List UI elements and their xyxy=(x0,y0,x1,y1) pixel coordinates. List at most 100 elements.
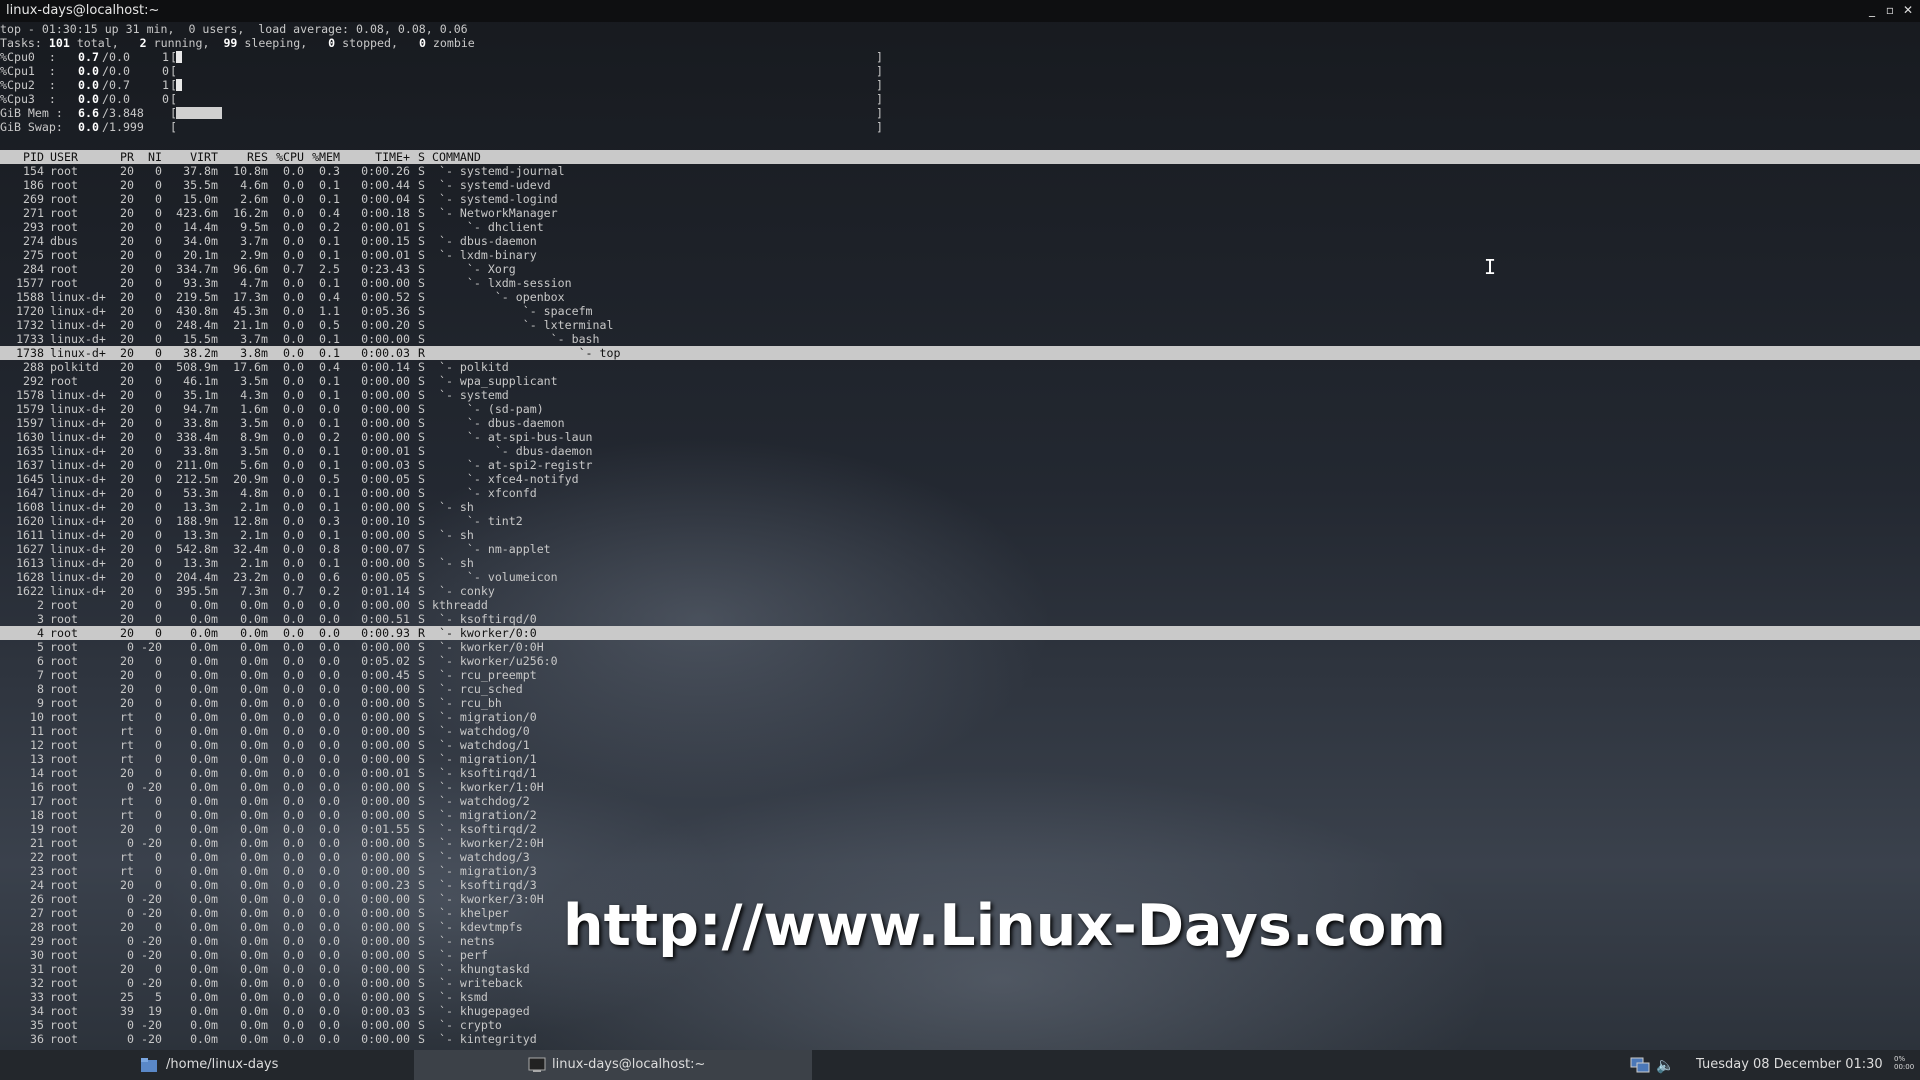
table-row[interactable]: 1608 linux-d+ 20 0 13.3m 2.1m 0.0 0.1 0:00.00 S `… xyxy=(0,500,1920,514)
table-row[interactable]: 1630 linux-d+ 20 0 338.4m 8.9m 0.0 0.2 0:00.00 S … xyxy=(0,430,1920,444)
column-header-mem[interactable]: %MEM xyxy=(304,150,340,164)
table-row[interactable]: 292 root 20 0 46.1m 3.5m 0.0 0.1 0:00.00 S `- wpa… xyxy=(0,374,1920,388)
table-row[interactable]: 34 root 39 19 0.0m 0.0m 0.0 0.0 0:00.03 S `- khug… xyxy=(0,1004,1920,1018)
table-row[interactable]: 1577 root 20 0 93.3m 4.7m 0.0 0.1 0:00.00 S `- lx… xyxy=(0,276,1920,290)
table-row[interactable]: 18 root rt 0 0.0m 0.0m 0.0 0.0 0:00.00 S `- migra… xyxy=(0,808,1920,822)
table-row[interactable]: 21 root 0 -20 0.0m 0.0m 0.0 0.0 0:00.00 S `- kwor… xyxy=(0,836,1920,850)
table-row[interactable]: 1647 linux-d+ 20 0 53.3m 4.8m 0.0 0.1 0:00.00 S `… xyxy=(0,486,1920,500)
column-header-time[interactable]: TIME+ xyxy=(340,150,410,164)
table-row[interactable]: 23 root rt 0 0.0m 0.0m 0.0 0.0 0:00.00 S `- migra… xyxy=(0,864,1920,878)
table-row[interactable]: 1611 linux-d+ 20 0 13.3m 2.1m 0.0 0.1 0:00.00 S `… xyxy=(0,528,1920,542)
maximize-icon[interactable]: ▫ xyxy=(1882,2,1898,18)
column-header-ni[interactable]: NI xyxy=(134,150,162,164)
table-row[interactable]: 1578 linux-d+ 20 0 35.1m 4.3m 0.0 0.1 0:00.00 S `… xyxy=(0,388,1920,402)
table-row[interactable]: 4 root 20 0 0.0m 0.0m 0.0 0.0 0:00.93 R `- kworke… xyxy=(0,626,1920,640)
table-row[interactable]: 3 root 20 0 0.0m 0.0m 0.0 0.0 0:00.51 S `- ksofti… xyxy=(0,612,1920,626)
cell-time: 0:00.04 xyxy=(361,192,410,206)
table-row[interactable]: 13 root rt 0 0.0m 0.0m 0.0 0.0 0:00.00 S `- migra… xyxy=(0,752,1920,766)
table-row[interactable]: 8 root 20 0 0.0m 0.0m 0.0 0.0 0:00.00 S `- rcu_sc… xyxy=(0,682,1920,696)
table-row[interactable]: 1637 linux-d+ 20 0 211.0m 5.6m 0.0 0.1 0:00.03 S … xyxy=(0,458,1920,472)
process-table-header[interactable]: PID USER PR NI VIRT RES %CPU %MEM TIME+ S COMMAND xyxy=(0,150,1920,164)
table-row[interactable]: 1733 linux-d+ 20 0 15.5m 3.7m 0.0 0.1 0:00.00 S `… xyxy=(0,332,1920,346)
close-icon[interactable]: ✕ xyxy=(1900,2,1916,18)
table-row[interactable]: 1579 linux-d+ 20 0 94.7m 1.6m 0.0 0.0 0:00.00 S `… xyxy=(0,402,1920,416)
minimize-icon[interactable]: _ xyxy=(1864,2,1880,18)
table-row[interactable]: 288 polkitd 20 0 508.9m 17.6m 0.0 0.4 0:00.14 S `… xyxy=(0,360,1920,374)
column-header-pr[interactable]: PR xyxy=(110,150,134,164)
cell-ni: -20 xyxy=(141,906,162,920)
table-row[interactable]: 154 root 20 0 37.8m 10.8m 0.0 0.3 0:00.26 S `- sy… xyxy=(0,164,1920,178)
cell-virt: 0.0m xyxy=(190,808,218,822)
table-row[interactable]: 31 root 20 0 0.0m 0.0m 0.0 0.0 0:00.00 S `- khung… xyxy=(0,962,1920,976)
table-row[interactable]: 1720 linux-d+ 20 0 430.8m 45.3m 0.0 1.1 0:05.36 S… xyxy=(0,304,1920,318)
table-row[interactable]: 1588 linux-d+ 20 0 219.5m 17.3m 0.0 0.4 0:00.52 S… xyxy=(0,290,1920,304)
table-row[interactable]: 32 root 0 -20 0.0m 0.0m 0.0 0.0 0:00.00 S `- writ… xyxy=(0,976,1920,990)
table-row[interactable]: 35 root 0 -20 0.0m 0.0m 0.0 0.0 0:00.00 S `- cryp… xyxy=(0,1018,1920,1032)
table-row[interactable]: 186 root 20 0 35.5m 4.6m 0.0 0.1 0:00.44 S `- sys… xyxy=(0,178,1920,192)
column-header-res[interactable]: RES xyxy=(218,150,268,164)
column-header-user[interactable]: USER xyxy=(50,150,110,164)
table-row[interactable]: 1622 linux-d+ 20 0 395.5m 7.3m 0.7 0.2 0:01.14 S … xyxy=(0,584,1920,598)
clock[interactable]: Tuesday 08 December 01:30 xyxy=(1696,1050,1883,1080)
table-row[interactable]: 1613 linux-d+ 20 0 13.3m 2.1m 0.0 0.1 0:00.00 S `… xyxy=(0,556,1920,570)
table-row[interactable]: 33 root 25 5 0.0m 0.0m 0.0 0.0 0:00.00 S `- ksmd xyxy=(0,990,1920,1004)
cell-mem: 1.1 xyxy=(319,304,340,318)
table-row[interactable]: 284 root 20 0 334.7m 96.6m 0.7 2.5 0:23.43 S `- X… xyxy=(0,262,1920,276)
column-header-cpu[interactable]: %CPU xyxy=(268,150,304,164)
column-header-command[interactable]: COMMAND xyxy=(432,150,1132,164)
table-row[interactable]: 1738 linux-d+ 20 0 38.2m 3.8m 0.0 0.1 0:00.03 R `… xyxy=(0,346,1920,360)
cell-s: S xyxy=(418,192,425,206)
cell-time: 0:00.00 xyxy=(361,892,410,906)
cell-res: 8.9m xyxy=(240,430,268,444)
table-row[interactable]: 1627 linux-d+ 20 0 542.8m 32.4m 0.0 0.8 0:00.07 S… xyxy=(0,542,1920,556)
table-row[interactable]: 1620 linux-d+ 20 0 188.9m 12.8m 0.0 0.3 0:00.10 S… xyxy=(0,514,1920,528)
watermark-url: http://www.Linux-Days.com xyxy=(563,893,1446,959)
taskbar-item-file-manager[interactable]: /home/linux-days xyxy=(0,1050,412,1080)
cell-pid: 24 xyxy=(30,878,44,892)
cell-s: S xyxy=(418,654,425,668)
cell-res: 0.0m xyxy=(240,878,268,892)
table-row[interactable]: 6 root 20 0 0.0m 0.0m 0.0 0.0 0:05.02 S `- kworke… xyxy=(0,654,1920,668)
table-row[interactable]: 14 root 20 0 0.0m 0.0m 0.0 0.0 0:00.01 S `- ksoft… xyxy=(0,766,1920,780)
window-titlebar[interactable]: linux-days@localhost:~ _ ▫ ✕ xyxy=(0,0,1920,22)
table-row[interactable]: 36 root 0 -20 0.0m 0.0m 0.0 0.0 0:00.00 S `- kint… xyxy=(0,1032,1920,1046)
table-row[interactable]: 293 root 20 0 14.4m 9.5m 0.0 0.2 0:00.01 S `- dhc… xyxy=(0,220,1920,234)
table-row[interactable]: 1628 linux-d+ 20 0 204.4m 23.2m 0.0 0.6 0:00.05 S… xyxy=(0,570,1920,584)
cell-user: root xyxy=(50,710,78,724)
table-row[interactable]: 269 root 20 0 15.0m 2.6m 0.0 0.1 0:00.04 S `- sys… xyxy=(0,192,1920,206)
table-row[interactable]: 1597 linux-d+ 20 0 33.8m 3.5m 0.0 0.1 0:00.00 S `… xyxy=(0,416,1920,430)
table-row[interactable]: 271 root 20 0 423.6m 16.2m 0.0 0.4 0:00.18 S `- N… xyxy=(0,206,1920,220)
column-header-pid[interactable]: PID xyxy=(0,150,44,164)
table-row[interactable]: 16 root 0 -20 0.0m 0.0m 0.0 0.0 0:00.00 S `- kwor… xyxy=(0,780,1920,794)
table-row[interactable]: 1645 linux-d+ 20 0 212.5m 20.9m 0.0 0.5 0:00.05 S… xyxy=(0,472,1920,486)
tasks-line: Tasks: 101 total, 2 running, 99 sleeping… xyxy=(0,36,475,50)
table-row[interactable]: 7 root 20 0 0.0m 0.0m 0.0 0.0 0:00.45 S `- rcu_pr… xyxy=(0,668,1920,682)
table-row[interactable]: 17 root rt 0 0.0m 0.0m 0.0 0.0 0:00.00 S `- watch… xyxy=(0,794,1920,808)
cell-command: `- khungtaskd xyxy=(432,962,530,976)
table-row[interactable]: 1732 linux-d+ 20 0 248.4m 21.1m 0.0 0.5 0:00.20 S… xyxy=(0,318,1920,332)
network-icon[interactable] xyxy=(1630,1057,1650,1073)
table-row[interactable]: 10 root rt 0 0.0m 0.0m 0.0 0.0 0:00.00 S `- migra… xyxy=(0,710,1920,724)
table-row[interactable]: 275 root 20 0 20.1m 2.9m 0.0 0.1 0:00.01 S `- lxd… xyxy=(0,248,1920,262)
table-row[interactable]: 274 dbus 20 0 34.0m 3.7m 0.0 0.1 0:00.15 S `- dbu… xyxy=(0,234,1920,248)
table-row[interactable]: 12 root rt 0 0.0m 0.0m 0.0 0.0 0:00.00 S `- watch… xyxy=(0,738,1920,752)
volume-icon[interactable]: 🔈 xyxy=(1656,1056,1675,1074)
table-row[interactable]: 1635 linux-d+ 20 0 33.8m 3.5m 0.0 0.1 0:00.01 S `… xyxy=(0,444,1920,458)
table-row[interactable]: 2 root 20 0 0.0m 0.0m 0.0 0.0 0:00.00 Skthreadd xyxy=(0,598,1920,612)
taskbar-item-terminal[interactable]: linux-days@localhost:~ xyxy=(414,1050,812,1080)
table-row[interactable]: 11 root rt 0 0.0m 0.0m 0.0 0.0 0:00.00 S `- watch… xyxy=(0,724,1920,738)
cell-res: 0.0m xyxy=(240,654,268,668)
cell-mem: 0.0 xyxy=(319,892,340,906)
cell-pid: 21 xyxy=(30,836,44,850)
cell-ni: -20 xyxy=(141,836,162,850)
table-row[interactable]: 9 root 20 0 0.0m 0.0m 0.0 0.0 0:00.00 S `- rcu_bh xyxy=(0,696,1920,710)
table-row[interactable]: 5 root 0 -20 0.0m 0.0m 0.0 0.0 0:00.00 S `- kwork… xyxy=(0,640,1920,654)
terminal-area[interactable]: top - 01:30:15 up 31 min, 0 users, load … xyxy=(0,22,1920,1050)
column-header-virt[interactable]: VIRT xyxy=(162,150,218,164)
cell-res: 3.5m xyxy=(240,416,268,430)
table-row[interactable]: 19 root 20 0 0.0m 0.0m 0.0 0.0 0:01.55 S `- ksoft… xyxy=(0,822,1920,836)
column-header-s[interactable]: S xyxy=(418,150,428,164)
table-row[interactable]: 24 root 20 0 0.0m 0.0m 0.0 0.0 0:00.23 S `- ksoft… xyxy=(0,878,1920,892)
table-row[interactable]: 22 root rt 0 0.0m 0.0m 0.0 0.0 0:00.00 S `- watch… xyxy=(0,850,1920,864)
memory-meter-fill xyxy=(176,107,222,119)
